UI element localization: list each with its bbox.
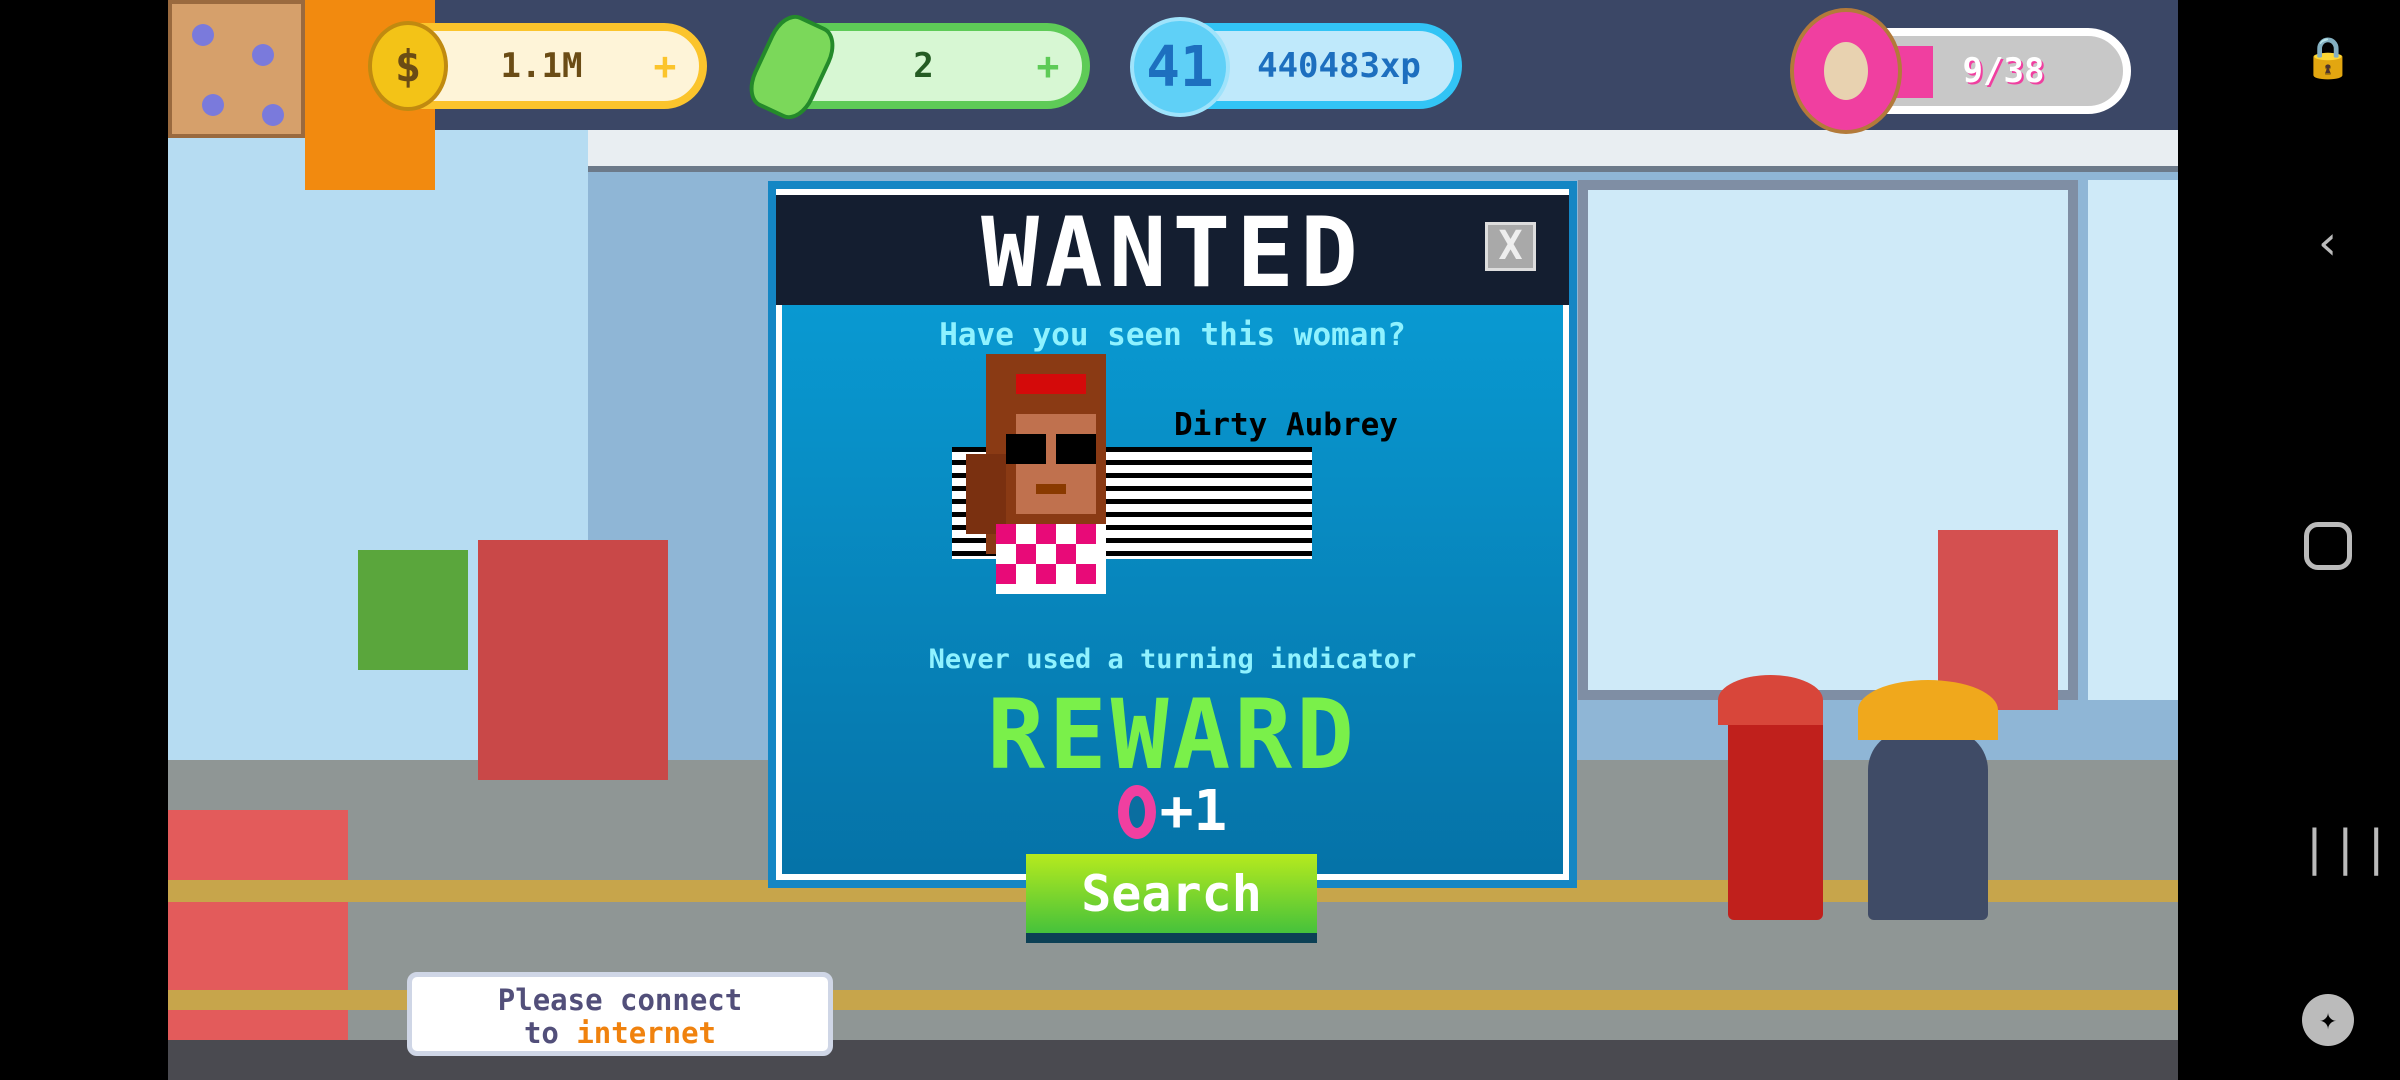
donut-icon <box>1117 784 1156 839</box>
reward-value: +1 <box>1159 779 1228 844</box>
red-wall <box>168 810 348 1060</box>
screen-lock-icon[interactable]: 🔒 <box>2300 30 2356 86</box>
notice-line-1: Please connect <box>497 983 743 1017</box>
window <box>2088 180 2178 700</box>
mechanic-character[interactable] <box>1868 730 1988 920</box>
home-icon[interactable] <box>2300 518 2356 574</box>
back-icon[interactable]: ‹ <box>2300 215 2356 271</box>
coins-counter[interactable]: $ 1.1M + <box>368 21 707 111</box>
notice-highlight: internet <box>576 1016 717 1050</box>
xp-counter: 41 440483xp <box>1130 17 1462 117</box>
mechanic-helmet <box>1858 680 1998 740</box>
wanted-dialog: WANTED X Have you seen this woman? Dirty… <box>768 181 1577 888</box>
bush <box>358 550 468 670</box>
reward-amount: +1 <box>776 779 1569 844</box>
worker-character[interactable] <box>1718 675 1823 725</box>
dialog-subtitle: Have you seen this woman? <box>939 317 1406 353</box>
red-wall <box>478 540 668 780</box>
add-coins-button[interactable]: + <box>645 44 685 88</box>
wanted-name: Dirty Aubrey <box>1174 407 1398 443</box>
coin-icon: $ <box>368 21 448 111</box>
cash-counter[interactable]: 2 + <box>740 7 1090 127</box>
search-button[interactable]: Search <box>1026 854 1317 943</box>
wanted-crime: Never used a turning indicator <box>928 644 1417 675</box>
reward-label: REWARD <box>987 679 1358 791</box>
player-avatar[interactable] <box>168 0 305 138</box>
close-button[interactable]: X <box>1485 222 1536 271</box>
dialog-title: WANTED <box>981 197 1364 309</box>
recents-icon[interactable]: ||| <box>2300 820 2391 876</box>
add-cash-button[interactable]: + <box>1028 44 1068 88</box>
connection-notice: Please connect to internet <box>407 972 833 1056</box>
level-badge: 41 <box>1130 17 1230 117</box>
notice-prefix: to <box>523 1016 559 1050</box>
donut-counter: 9/38 <box>1794 12 2131 130</box>
game-controller-icon[interactable]: ✦ <box>2300 992 2356 1048</box>
wanted-portrait <box>966 354 1106 594</box>
donut-value: 9/38 <box>1962 51 2045 91</box>
ceiling-pipe <box>498 130 2178 172</box>
notice-line-2: to internet <box>412 1017 828 1050</box>
